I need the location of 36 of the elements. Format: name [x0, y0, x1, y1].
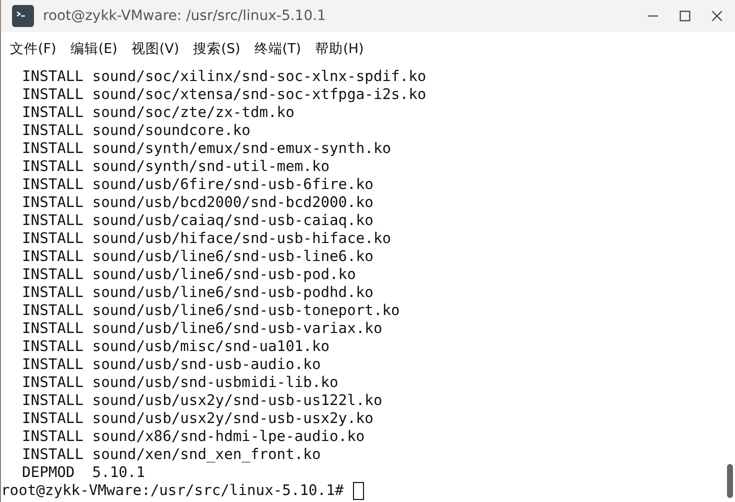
window-title: root@zykk-VMware: /usr/src/linux-5.10.1 [43, 8, 327, 24]
terminal-line: INSTALL sound/usb/line6/snd-usb-variax.ko [22, 320, 382, 338]
terminal-line: INSTALL sound/soc/xtensa/snd-soc-xtfpga-i2s.ko [22, 86, 426, 104]
terminal-line: INSTALL sound/usb/snd-usb-audio.ko [22, 356, 321, 374]
terminal-line: INSTALL sound/xen/snd_xen_front.ko [22, 446, 321, 464]
terminal-line: INSTALL sound/soc/zte/zx-tdm.ko [22, 104, 294, 122]
terminal-line: INSTALL sound/usb/hiface/snd-usb-hiface.ko [22, 230, 392, 248]
terminal-line: DEPMOD 5.10.1 [22, 464, 146, 482]
terminal-line: INSTALL sound/usb/usx2y/snd-usb-us122l.ko [22, 392, 382, 410]
terminal-line: INSTALL sound/usb/line6/snd-usb-toneport.ko [22, 302, 400, 320]
terminal-line: INSTALL sound/synth/snd-util-mem.ko [22, 158, 330, 176]
close-icon[interactable] [711, 10, 723, 22]
terminal-line: INSTALL sound/usb/6fire/snd-usb-6fire.ko [22, 176, 374, 194]
text-cursor [352, 482, 364, 500]
terminal-line: INSTALL sound/synth/emux/snd-emux-synth.ko [22, 140, 392, 158]
menu-item[interactable]: 帮助(H) [315, 40, 364, 58]
terminal-line: INSTALL sound/usb/usx2y/snd-usb-usx2y.ko [22, 410, 374, 428]
scrollbar-thumb[interactable] [727, 464, 733, 498]
menu-item[interactable]: 编辑(E) [70, 40, 118, 58]
menu-item[interactable]: 终端(T) [254, 40, 302, 58]
terminal-line: INSTALL sound/soc/xilinx/snd-soc-xlnx-spdif.ko [22, 68, 426, 86]
terminal-line: INSTALL sound/usb/line6/snd-usb-podhd.ko [22, 284, 374, 302]
terminal-line: INSTALL sound/usb/bcd2000/snd-bcd2000.ko [22, 194, 374, 212]
terminal-line: INSTALL sound/usb/misc/snd-ua101.ko [22, 338, 330, 356]
maximize-icon[interactable] [679, 10, 691, 22]
terminal-line: root@zykk-VMware:/usr/src/linux-5.10.1# [1, 482, 344, 500]
terminal-line: INSTALL sound/x86/snd-hdmi-lpe-audio.ko [22, 428, 365, 446]
menu-item[interactable]: 文件(F) [10, 40, 56, 58]
terminal-line: INSTALL sound/usb/snd-usbmidi-lib.ko [22, 374, 338, 392]
menu-item[interactable]: 视图(V) [131, 40, 180, 58]
terminal-line: INSTALL sound/usb/line6/snd-usb-pod.ko [22, 266, 356, 284]
terminal-line: INSTALL sound/usb/line6/snd-usb-line6.ko [22, 248, 374, 266]
terminal-line: INSTALL sound/soundcore.ko [22, 122, 250, 140]
terminal-line: INSTALL sound/usb/caiaq/snd-usb-caiaq.ko [22, 212, 374, 230]
menu-item[interactable]: 搜索(S) [193, 40, 240, 58]
terminal-icon [12, 5, 34, 27]
